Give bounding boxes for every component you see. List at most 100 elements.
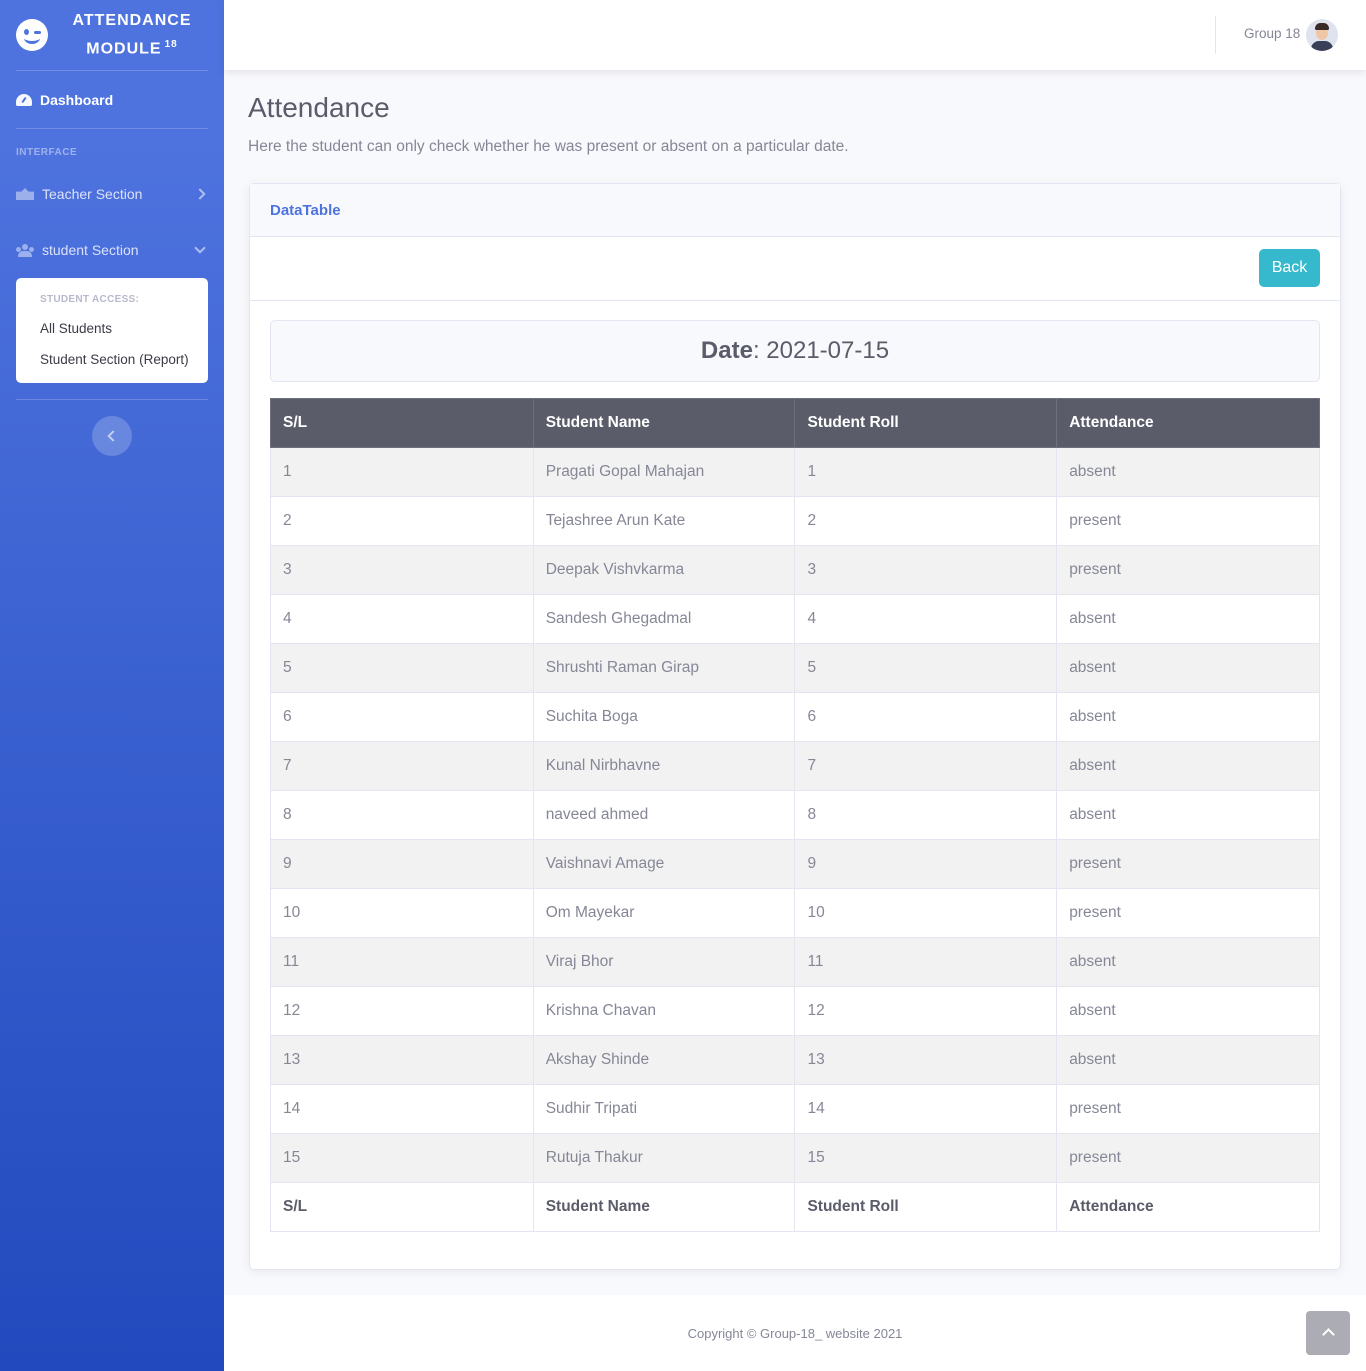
table-cell: 9: [794, 839, 1058, 889]
brand-sup: 18: [164, 38, 178, 50]
table-cell: 14: [270, 1084, 534, 1134]
table-cell: 5: [270, 643, 534, 693]
table-cell: Krishna Chavan: [532, 986, 796, 1036]
table-cell: 15: [270, 1133, 534, 1183]
table-cell: 10: [270, 888, 534, 938]
column-header[interactable]: S/L: [270, 398, 534, 448]
sidebar-item-teacher-section[interactable]: Teacher Section: [0, 166, 224, 222]
sidebar-toggle-button[interactable]: [92, 416, 132, 456]
date-label: Date: [700, 337, 753, 364]
table-cell: 11: [794, 937, 1058, 987]
attendance-table: S/L Student Name Student Roll Attendance…: [270, 398, 1320, 1232]
table-cell: 12: [794, 986, 1058, 1036]
sidebar-item-dashboard[interactable]: Dashboard: [0, 71, 224, 128]
table-cell: Sandesh Ghegadmal: [532, 594, 796, 644]
collapse-item-student-report[interactable]: Student Section (Report): [16, 344, 208, 375]
sidebar-divider: [16, 399, 208, 400]
table-cell: absent: [1056, 447, 1320, 497]
sidebar-item-student-section[interactable]: student Section: [0, 222, 224, 278]
sidebar-item-label: student Section: [42, 242, 139, 258]
sidebar-item-label: Dashboard: [40, 91, 114, 108]
laugh-wink-icon: [16, 19, 48, 51]
table-cell: 13: [270, 1035, 534, 1085]
table-row: 14 Sudhir Tripati 14 present: [270, 1084, 1320, 1134]
table-cell: absent: [1056, 594, 1320, 644]
table-row: 8 naveed ahmed 8 absent: [270, 790, 1320, 840]
table-cell: 1: [270, 447, 534, 497]
table-cell: 2: [794, 496, 1058, 546]
table-footer-row: S/L Student Name Student Roll Attendance: [270, 1182, 1320, 1232]
date-value: : 2021-07-15: [752, 337, 890, 364]
table-cell: present: [1056, 839, 1320, 889]
avatar[interactable]: [1306, 19, 1338, 51]
table-row: 9 Vaishnavi Amage 9 present: [270, 839, 1320, 889]
school-icon: [16, 188, 34, 200]
column-header[interactable]: Student Roll: [794, 398, 1058, 448]
page-title: Attendance: [248, 92, 390, 123]
copyright-text: Copyright © Group-18_ website 2021: [687, 1325, 903, 1341]
table-row: 5 Shrushti Raman Girap 5 absent: [270, 643, 1320, 693]
chevron-right-icon: [194, 188, 206, 200]
table-cell: Sudhir Tripati: [532, 1084, 796, 1134]
table-cell: 15: [794, 1133, 1058, 1183]
sidebar: ATTENDANCE MODULE 18 Dashboard INTERFACE …: [0, 0, 224, 1371]
table-cell: Shrushti Raman Girap: [532, 643, 796, 693]
table-row: 1 Pragati Gopal Mahajan 1 absent: [270, 447, 1320, 497]
table-cell: Viraj Bhor: [532, 937, 796, 987]
table-cell: Om Mayekar: [532, 888, 796, 938]
table-cell: present: [1056, 888, 1320, 938]
table-row: 7 Kunal Nirbhavne 7 absent: [270, 741, 1320, 791]
table-cell: present: [1056, 1133, 1320, 1183]
back-button[interactable]: Back: [1259, 249, 1320, 287]
column-footer: Attendance: [1056, 1182, 1320, 1232]
table-cell: Kunal Nirbhavne: [532, 741, 796, 791]
sidebar-item-label: Teacher Section: [42, 186, 143, 202]
table-row: 11 Viraj Bhor 11 absent: [270, 937, 1320, 987]
table-cell: 8: [794, 790, 1058, 840]
column-footer: S/L: [270, 1182, 534, 1232]
table-cell: Rutuja Thakur: [532, 1133, 796, 1183]
table-header-row: S/L Student Name Student Roll Attendance: [270, 398, 1320, 448]
collapse-item-all-students[interactable]: All Students: [16, 313, 208, 344]
datatable-card: DataTable Back Date: 2021-07-15 S/L Stud…: [249, 183, 1341, 1270]
student-collapse-menu: STUDENT ACCESS: All Students Student Sec…: [16, 278, 208, 383]
table-cell: 6: [270, 692, 534, 742]
table-row: 15 Rutuja Thakur 15 present: [270, 1133, 1320, 1183]
chevron-down-icon: [194, 242, 206, 254]
topbar: Group 18: [224, 0, 1366, 70]
brand-title: ATTENDANCE MODULE 18: [48, 9, 208, 61]
table-row: 4 Sandesh Ghegadmal 4 absent: [270, 594, 1320, 644]
table-row: 10 Om Mayekar 10 present: [270, 888, 1320, 938]
table-cell: 4: [270, 594, 534, 644]
table-cell: present: [1056, 545, 1320, 595]
table-row: 12 Krishna Chavan 12 absent: [270, 986, 1320, 1036]
table-cell: absent: [1056, 986, 1320, 1036]
table-cell: 4: [794, 594, 1058, 644]
table-cell: absent: [1056, 790, 1320, 840]
table-cell: 7: [270, 741, 534, 791]
table-cell: 1: [794, 447, 1058, 497]
table-row: 13 Akshay Shinde 13 absent: [270, 1035, 1320, 1085]
column-header[interactable]: Student Name: [532, 398, 796, 448]
tachometer-icon: [16, 93, 32, 106]
footer: Copyright © Group-18_ website 2021: [224, 1295, 1366, 1371]
column-header[interactable]: Attendance: [1056, 398, 1320, 448]
table-cell: 3: [794, 545, 1058, 595]
brand-line-2: MODULE: [86, 40, 162, 58]
user-name[interactable]: Group 18: [1244, 26, 1300, 41]
date-display: Date: 2021-07-15: [270, 320, 1320, 382]
table-cell: Vaishnavi Amage: [532, 839, 796, 889]
table-cell: Akshay Shinde: [532, 1035, 796, 1085]
sidebar-brand[interactable]: ATTENDANCE MODULE 18: [0, 0, 224, 70]
table-cell: Deepak Vishvkarma: [532, 545, 796, 595]
table-cell: 7: [794, 741, 1058, 791]
table-cell: present: [1056, 496, 1320, 546]
scroll-to-top-button[interactable]: [1306, 1311, 1350, 1355]
table-cell: 3: [270, 545, 534, 595]
table-cell: absent: [1056, 741, 1320, 791]
table-cell: Pragati Gopal Mahajan: [532, 447, 796, 497]
table-cell: present: [1056, 1084, 1320, 1134]
column-footer: Student Name: [532, 1182, 796, 1232]
table-cell: 10: [794, 888, 1058, 938]
table-cell: Suchita Boga: [532, 692, 796, 742]
